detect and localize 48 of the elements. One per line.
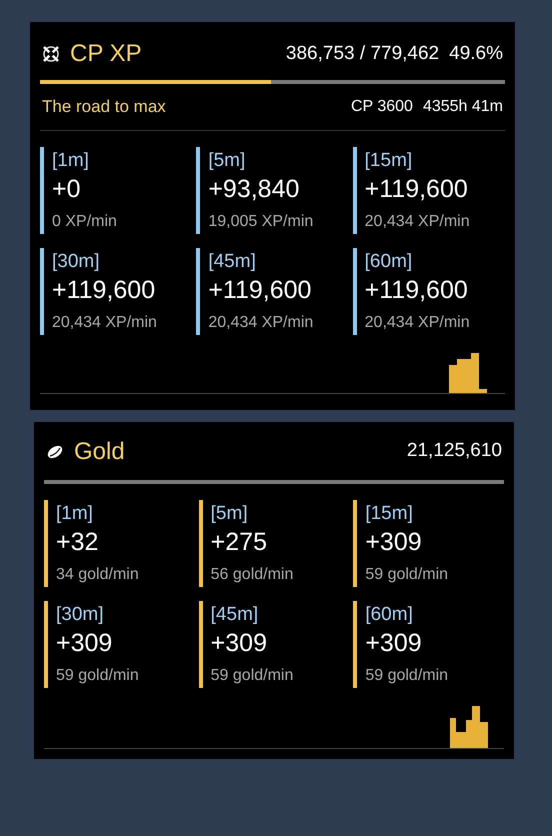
rate-value: 20,434 XP/min [364,312,471,332]
gain-value: +119,600 [364,275,469,306]
bar-chart-icon [449,352,489,392]
interval-label: [45m] [210,602,260,626]
gain-value: +93,840 [208,174,300,206]
rate-value: 59 gold/min [365,564,450,584]
gain-value: +119,600 [208,275,312,306]
coin-icon [46,444,64,460]
interval-label: [15m] [365,502,414,526]
subtitle: The road to max [42,96,166,118]
rate-value: 59 gold/min [210,666,294,686]
gain-value: +309 [365,527,423,558]
rate-value: 34 gold/min [56,564,140,584]
gain-value: +275 [210,527,268,558]
eta-value: 4355h 41m [422,96,503,117]
gain-value: +119,600 [364,174,469,206]
rate-value: 20,434 XP/min [364,212,471,232]
gain-value: +32 [56,527,100,558]
panel-title: Gold [74,436,125,466]
gain-value: +309 [365,628,423,660]
interval-label: [60m] [365,602,414,626]
compass-icon [42,45,60,63]
rate-value: 0 XP/min [52,212,118,232]
interval-label: [30m] [52,250,101,274]
rate-value: 59 gold/min [365,666,450,686]
rate-value: 19,005 XP/min [208,212,314,232]
panel-title: CP XP [70,39,142,69]
rate-value: 20,434 XP/min [52,312,158,332]
interval-label: [1m] [52,148,90,172]
total-value: 21,125,610 [406,439,502,464]
interval-label: [60m] [364,250,414,274]
rate-value: 56 gold/min [210,564,294,584]
total-value: 386,753 / 779,462 [286,42,440,66]
gain-value: +309 [56,628,114,660]
gain-value: +119,600 [52,275,156,306]
rate-value: 20,434 XP/min [208,312,314,332]
rate-value: 59 gold/min [56,666,140,686]
bar-chart-icon [450,706,488,748]
interval-label: [45m] [208,250,257,274]
interval-label: [30m] [56,602,105,626]
gain-value: +0 [52,174,82,206]
percent-value: 49.6% [449,42,503,66]
interval-label: [1m] [56,502,94,526]
target-label: CP 3600 [350,96,413,117]
interval-label: [15m] [364,148,414,172]
gain-value: +309 [210,628,268,660]
interval-label: [5m] [210,502,249,526]
interval-label: [5m] [208,148,246,172]
